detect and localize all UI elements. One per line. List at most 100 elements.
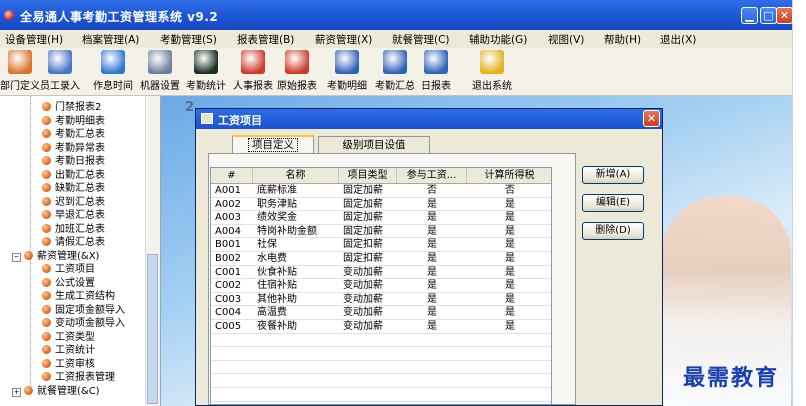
menu-item[interactable]: 薪资管理(X) <box>315 32 372 47</box>
table-cell[interactable]: 是 <box>397 198 467 211</box>
table-cell[interactable]: C003 <box>215 293 253 306</box>
toolbar-button[interactable]: 部门定义 <box>0 50 40 92</box>
dialog-close-button[interactable]: ✕ <box>643 110 660 127</box>
table-cell[interactable]: 夜餐补助 <box>257 320 339 333</box>
delete-button[interactable]: 删除(D) <box>582 222 644 240</box>
table-cell[interactable]: 变动加薪 <box>343 279 397 292</box>
tree-group[interactable]: − 薪资管理(&X) <box>12 250 99 263</box>
column-header[interactable]: 计算所得税 <box>467 168 551 183</box>
column-header[interactable]: 项目类型 <box>339 168 397 183</box>
table-cell[interactable]: 变动加薪 <box>343 320 397 333</box>
tree-item[interactable]: 工资统计 <box>42 344 95 357</box>
table-cell[interactable]: 否 <box>467 184 551 197</box>
tree-item[interactable]: 考勤日报表 <box>42 155 105 168</box>
tree-item[interactable]: 生成工资结构 <box>42 290 115 303</box>
table-cell[interactable]: 是 <box>467 320 551 333</box>
table-cell[interactable]: 是 <box>397 320 467 333</box>
menu-item[interactable]: 考勤管理(S) <box>160 32 217 47</box>
table-cell[interactable]: A001 <box>215 184 253 197</box>
table-cell[interactable]: 是 <box>467 238 551 251</box>
toolbar-button[interactable]: 日报表 <box>421 50 451 92</box>
expand-toggle-icon[interactable]: + <box>12 387 21 397</box>
toolbar-button[interactable]: 员工录入 <box>40 50 80 92</box>
toolbar-button[interactable]: 人事报表 <box>233 50 273 92</box>
table-cell[interactable]: 是 <box>467 279 551 292</box>
column-header[interactable]: 参与工资... <box>397 168 467 183</box>
column-header[interactable]: 名称 <box>253 168 339 183</box>
maximize-button[interactable]: □ <box>760 7 777 24</box>
table-cell[interactable]: 固定加薪 <box>343 184 397 197</box>
menu-item[interactable]: 帮助(H) <box>604 32 641 47</box>
toolbar-button[interactable]: 作息时间 <box>93 50 133 92</box>
tree-item[interactable]: 缺勤汇总表 <box>42 182 105 195</box>
edit-button[interactable]: 编辑(E) <box>582 194 644 212</box>
tree-item[interactable]: 工资项目 <box>42 263 95 276</box>
table-cell[interactable]: 伙食补贴 <box>257 266 339 279</box>
menu-item[interactable]: 档案管理(A) <box>82 32 139 47</box>
toolbar-button[interactable]: 考勤汇总 <box>375 50 415 92</box>
table-cell[interactable]: 社保 <box>257 238 339 251</box>
tree-item[interactable]: 工资审核 <box>42 358 95 371</box>
table-cell[interactable]: 否 <box>397 184 467 197</box>
title-bar[interactable]: 全易通人事考勤工资管理系统 v9.2 ▁ □ ✕ <box>0 0 793 30</box>
table-cell[interactable]: 是 <box>467 293 551 306</box>
toolbar-button[interactable]: 考勤统计 <box>186 50 226 92</box>
table-cell[interactable]: 水电费 <box>257 252 339 265</box>
table-cell[interactable]: 特岗补助金额 <box>257 225 339 238</box>
table-cell[interactable]: 固定加薪 <box>343 225 397 238</box>
expand-toggle-icon[interactable]: − <box>12 252 21 262</box>
tree-item[interactable]: 考勤汇总表 <box>42 128 105 141</box>
menu-item[interactable]: 设备管理(H) <box>5 32 63 47</box>
tree-scrollbar-thumb[interactable] <box>147 254 158 404</box>
menu-item[interactable]: 视图(V) <box>548 32 584 47</box>
tree-item[interactable]: 早退汇总表 <box>42 209 105 222</box>
dialog-title-bar[interactable]: 工资项目 ✕ <box>196 109 662 129</box>
table-cell[interactable]: 是 <box>467 198 551 211</box>
toolbar-button[interactable]: 机器设置 <box>140 50 180 92</box>
table-cell[interactable]: 绩效奖金 <box>257 211 339 224</box>
column-header[interactable]: # <box>211 168 253 183</box>
tree-item[interactable]: 加班汇总表 <box>42 223 105 236</box>
tab-level-item-values[interactable]: 级别项目设值 <box>318 136 430 154</box>
table-cell[interactable]: 是 <box>467 252 551 265</box>
table-cell[interactable]: 是 <box>397 279 467 292</box>
table-cell[interactable]: 是 <box>467 266 551 279</box>
table-cell[interactable]: 固定加薪 <box>343 198 397 211</box>
menu-item[interactable]: 就餐管理(C) <box>392 32 450 47</box>
menu-item[interactable]: 辅助功能(G) <box>469 32 527 47</box>
toolbar-button[interactable]: 考勤明细 <box>327 50 367 92</box>
tab-item-definition[interactable]: 项目定义 <box>232 135 314 154</box>
table-cell[interactable]: 固定扣薪 <box>343 238 397 251</box>
tree-item[interactable]: 考勤异常表 <box>42 142 105 155</box>
tree-item[interactable]: 请假汇总表 <box>42 236 105 249</box>
table-cell[interactable]: C002 <box>215 279 253 292</box>
tree-item[interactable]: 固定项金额导入 <box>42 304 125 317</box>
table-cell[interactable]: 底薪标准 <box>257 184 339 197</box>
table-cell[interactable]: 是 <box>397 238 467 251</box>
table-cell[interactable]: 是 <box>467 225 551 238</box>
tree-item[interactable]: 公式设置 <box>42 277 95 290</box>
tree-item[interactable]: 迟到汇总表 <box>42 196 105 209</box>
table-cell[interactable]: 住宿补贴 <box>257 279 339 292</box>
table-cell[interactable]: 变动加薪 <box>343 266 397 279</box>
table-cell[interactable]: 是 <box>397 225 467 238</box>
table-cell[interactable]: 是 <box>397 252 467 265</box>
table-cell[interactable]: 是 <box>397 266 467 279</box>
add-button[interactable]: 新增(A) <box>582 166 644 184</box>
table-cell[interactable]: 变动加薪 <box>343 306 397 319</box>
table-cell[interactable]: 变动加薪 <box>343 293 397 306</box>
table-cell[interactable]: 是 <box>397 293 467 306</box>
table-cell[interactable]: 固定加薪 <box>343 211 397 224</box>
table-cell[interactable]: 是 <box>397 211 467 224</box>
table-cell[interactable]: 是 <box>467 211 551 224</box>
toolbar-button[interactable]: 原始报表 <box>277 50 317 92</box>
table-cell[interactable]: 是 <box>397 306 467 319</box>
table-cell[interactable]: A002 <box>215 198 253 211</box>
menu-item[interactable]: 报表管理(B) <box>237 32 294 47</box>
table-cell[interactable]: 职务津贴 <box>257 198 339 211</box>
table-cell[interactable]: 高温费 <box>257 306 339 319</box>
table-cell[interactable]: B001 <box>215 238 253 251</box>
close-button[interactable]: ✕ <box>776 7 793 24</box>
tree-item[interactable]: 出勤汇总表 <box>42 169 105 182</box>
tree-item[interactable]: 门禁报表2 <box>42 101 101 114</box>
